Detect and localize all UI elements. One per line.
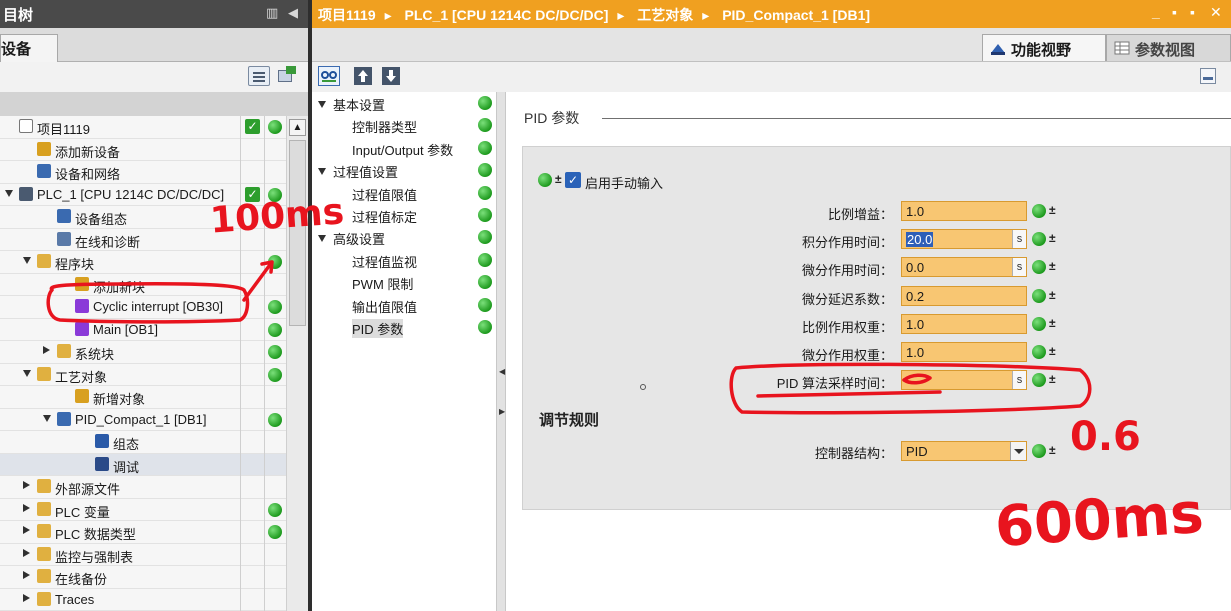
tia-portal-window: 目树 ▥ ◀ 设备 项目1119 ✓ 添加新设备 设备和网络 PLC_1 [CPU 12… (0, 0, 1231, 611)
underline-sample-time (756, 390, 942, 398)
arrow-to-status (242, 260, 274, 302)
circle-cyclic-interrupt (46, 282, 250, 324)
scribble-sample-value (902, 373, 932, 385)
circle-sample-time (729, 362, 1092, 415)
handwritten-note-0-6: 0.6 (1070, 414, 1141, 460)
